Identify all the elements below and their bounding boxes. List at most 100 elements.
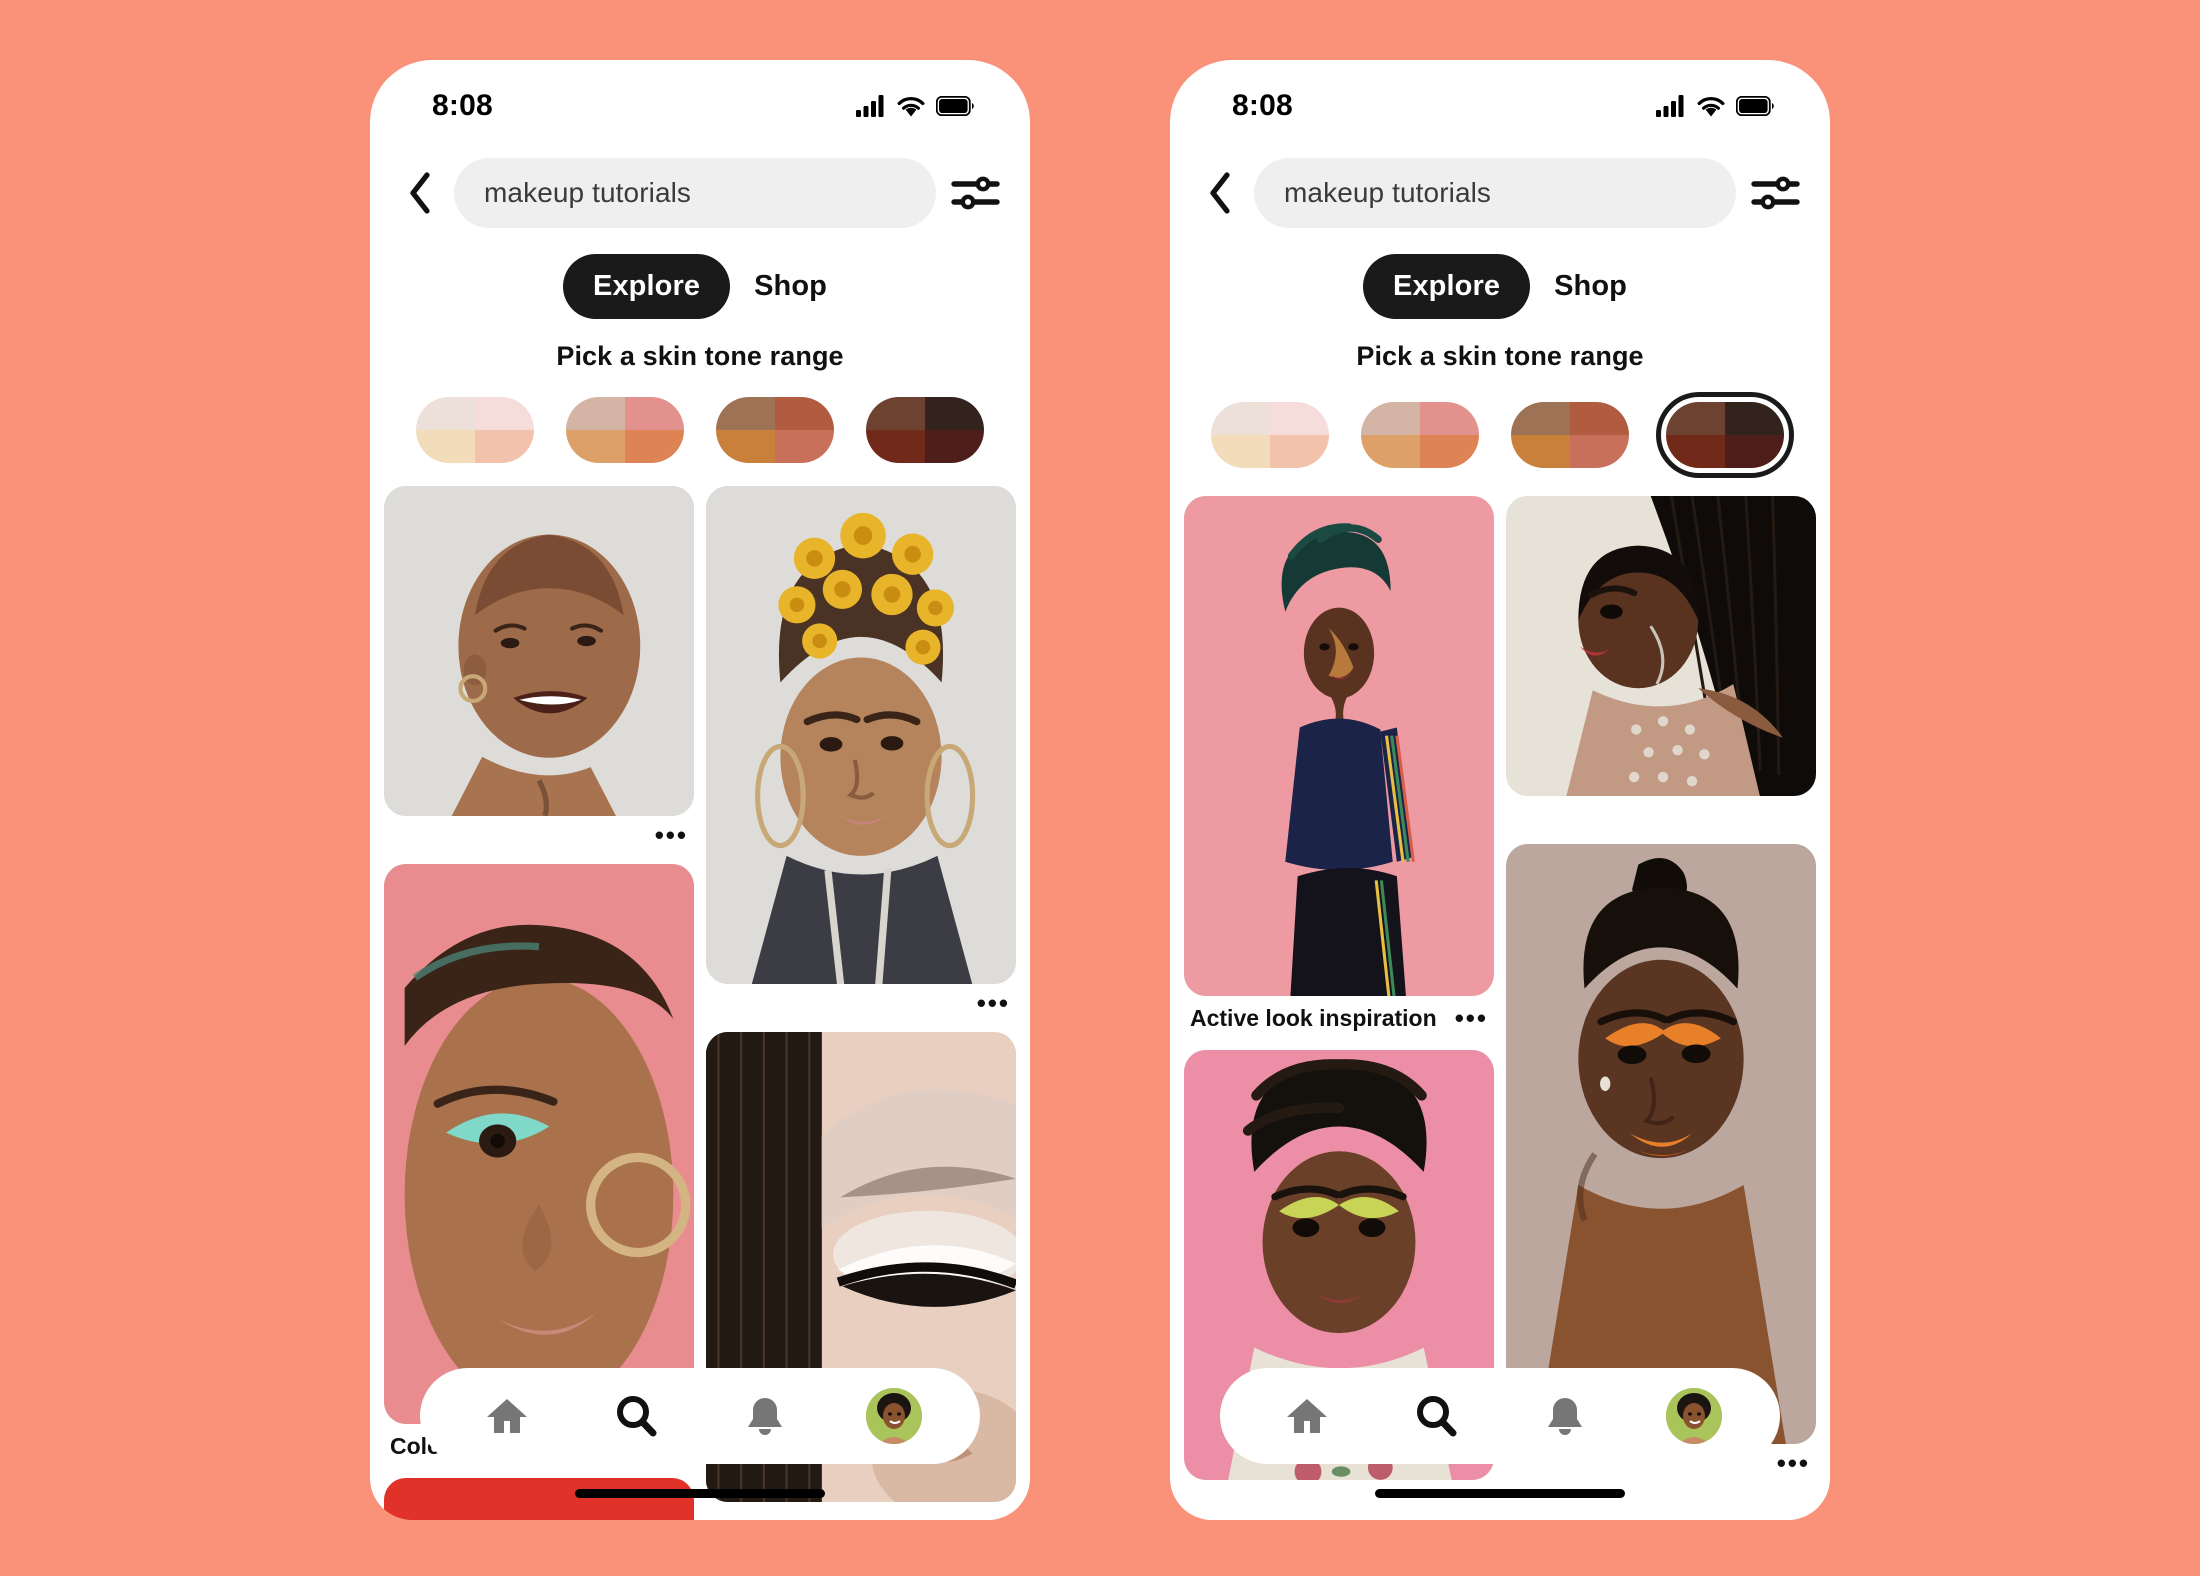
filter-sliders-icon <box>1751 176 1800 210</box>
pin-meta: ••• <box>706 984 1016 1028</box>
wifi-icon <box>897 96 925 116</box>
pin-column-right: ••• <box>706 486 1016 1520</box>
pin-red-bottom[interactable] <box>384 1478 694 1520</box>
search-input-value: makeup tutorials <box>484 177 692 208</box>
filter-sliders-icon <box>951 176 1000 210</box>
search-header: makeup tutorials <box>370 134 1030 228</box>
battery-full-icon <box>1736 96 1774 116</box>
pin-meta: ••• <box>384 816 694 860</box>
pin-image[interactable] <box>384 486 694 816</box>
search-input[interactable]: makeup tutorials <box>1254 158 1736 228</box>
pin-sunflower-crown[interactable]: ••• <box>706 486 1016 1028</box>
skin-tone-swatch-3 <box>1511 402 1629 468</box>
nav-profile-button[interactable] <box>1659 1381 1729 1451</box>
bell-icon <box>747 1398 782 1435</box>
bottom-navigation-bar <box>420 1368 980 1464</box>
search-input-value: makeup tutorials <box>1284 177 1492 208</box>
pin-image[interactable] <box>706 486 1016 984</box>
back-button[interactable] <box>1194 167 1246 219</box>
skin-tone-option-2[interactable] <box>1356 397 1484 473</box>
pin-column-left: Active look inspiration ••• <box>1184 496 1494 1520</box>
pin-active-look[interactable]: Active look inspiration ••• <box>1184 496 1494 1046</box>
pin-menu-button[interactable]: ••• <box>1767 1450 1810 1475</box>
skin-tone-swatch-2 <box>566 397 684 463</box>
avatar-icon <box>865 1388 922 1444</box>
pin-image[interactable] <box>1506 844 1816 1444</box>
pin-menu-button[interactable]: ••• <box>967 990 1010 1015</box>
phone-comparison-stage: 8:08 makeup tutorials Explore Shop Pick … <box>0 0 2200 1576</box>
skin-tone-option-3[interactable] <box>1506 397 1634 473</box>
phone-screen-selected: 8:08 makeup tutorials Explore Shop Pick … <box>1170 60 1830 1520</box>
content-tabs: Explore Shop <box>370 254 1030 319</box>
skin-tone-option-4[interactable] <box>861 392 989 468</box>
home-indicator <box>1375 1489 1625 1498</box>
skin-tone-option-1[interactable] <box>1206 397 1334 473</box>
skin-tone-swatch-2 <box>1361 402 1479 468</box>
status-bar: 8:08 <box>1170 60 1830 134</box>
pin-artwork <box>384 486 694 816</box>
bottom-navigation-bar <box>1220 1368 1780 1464</box>
skin-tone-swatch-4 <box>1666 402 1784 468</box>
search-header: makeup tutorials <box>1170 134 1830 228</box>
cellular-signal-icon <box>856 95 884 117</box>
pin-artwork <box>1506 844 1816 1444</box>
skin-tone-heading: Pick a skin tone range <box>1356 341 1644 371</box>
filter-button[interactable] <box>1748 165 1804 221</box>
nav-notifications-button[interactable] <box>1530 1381 1600 1451</box>
search-icon <box>1416 1396 1456 1437</box>
skin-tone-swatch-3 <box>716 397 834 463</box>
skin-tone-option-4-selected[interactable] <box>1656 392 1794 478</box>
tab-shop[interactable]: Shop <box>1544 254 1637 319</box>
skin-tone-heading: Pick a skin tone range <box>556 341 844 371</box>
pin-artwork <box>1184 496 1494 996</box>
avatar <box>865 1388 922 1444</box>
nav-notifications-button[interactable] <box>730 1381 800 1451</box>
skin-tone-option-1[interactable] <box>411 392 539 468</box>
back-chevron-icon <box>410 172 430 214</box>
skin-tone-swatch-1 <box>1211 402 1329 468</box>
pin-menu-button[interactable]: ••• <box>1445 1005 1488 1030</box>
pin-artwork <box>706 486 1016 984</box>
pin-column-left: ••• <box>384 486 694 1520</box>
pin-image[interactable] <box>1184 496 1494 996</box>
home-icon <box>486 1399 527 1433</box>
avatar-icon <box>1665 1388 1722 1444</box>
bell-icon <box>1547 1398 1582 1435</box>
nav-search-button[interactable] <box>601 1381 671 1451</box>
battery-full-icon <box>936 96 974 116</box>
skin-tone-swatch-1 <box>416 397 534 463</box>
pin-title: Active look inspiration <box>1190 1005 1437 1031</box>
wifi-icon <box>1697 96 1725 116</box>
nav-profile-button[interactable] <box>859 1381 929 1451</box>
skin-tone-swatch-row <box>370 392 1030 468</box>
skin-tone-option-2[interactable] <box>561 392 689 468</box>
nav-search-button[interactable] <box>1401 1381 1471 1451</box>
pin-artwork <box>384 864 694 1424</box>
search-icon <box>616 1396 656 1437</box>
nav-home-button[interactable] <box>1272 1381 1342 1451</box>
pin-image[interactable] <box>384 1478 694 1520</box>
skin-tone-swatch-4 <box>866 397 984 463</box>
back-button[interactable] <box>394 167 446 219</box>
home-icon <box>1286 1399 1327 1433</box>
tab-explore[interactable]: Explore <box>563 254 731 319</box>
tab-shop[interactable]: Shop <box>744 254 837 319</box>
filter-button[interactable] <box>948 165 1004 221</box>
search-input[interactable]: makeup tutorials <box>454 158 936 228</box>
tab-explore[interactable]: Explore <box>1363 254 1531 319</box>
pin-image[interactable] <box>384 864 694 1424</box>
pin-menu-button[interactable]: ••• <box>645 822 688 847</box>
status-time: 8:08 <box>432 89 493 122</box>
cellular-signal-icon <box>1656 95 1684 117</box>
avatar <box>1665 1388 1722 1444</box>
pin-image[interactable] <box>1506 496 1816 796</box>
status-indicators <box>856 95 974 117</box>
skin-tone-swatch-row <box>1170 392 1830 478</box>
pin-dreadlocks-profile[interactable] <box>1506 496 1816 840</box>
pin-smiling-portrait[interactable]: ••• <box>384 486 694 860</box>
status-indicators <box>1656 95 1774 117</box>
nav-home-button[interactable] <box>472 1381 542 1451</box>
status-bar: 8:08 <box>370 60 1030 134</box>
phone-screen-unselected: 8:08 makeup tutorials Explore Shop Pick … <box>370 60 1030 1520</box>
skin-tone-option-3[interactable] <box>711 392 839 468</box>
